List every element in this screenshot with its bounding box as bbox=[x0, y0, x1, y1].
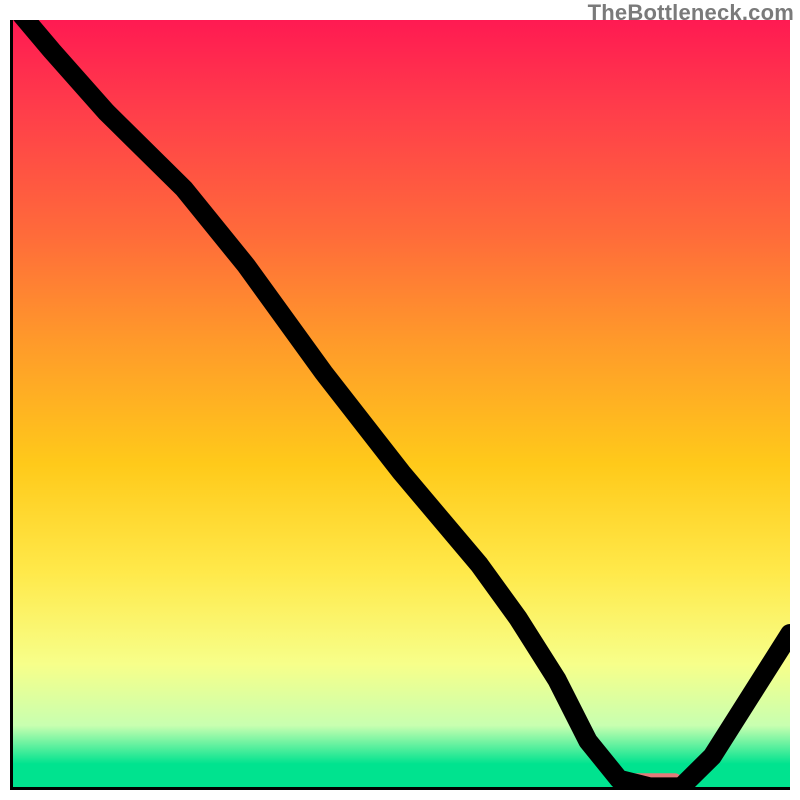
plot-frame bbox=[10, 20, 790, 790]
chart-svg bbox=[13, 20, 790, 787]
bottleneck-curve bbox=[13, 20, 790, 787]
chart-stage: TheBottleneck.com bbox=[0, 0, 800, 800]
